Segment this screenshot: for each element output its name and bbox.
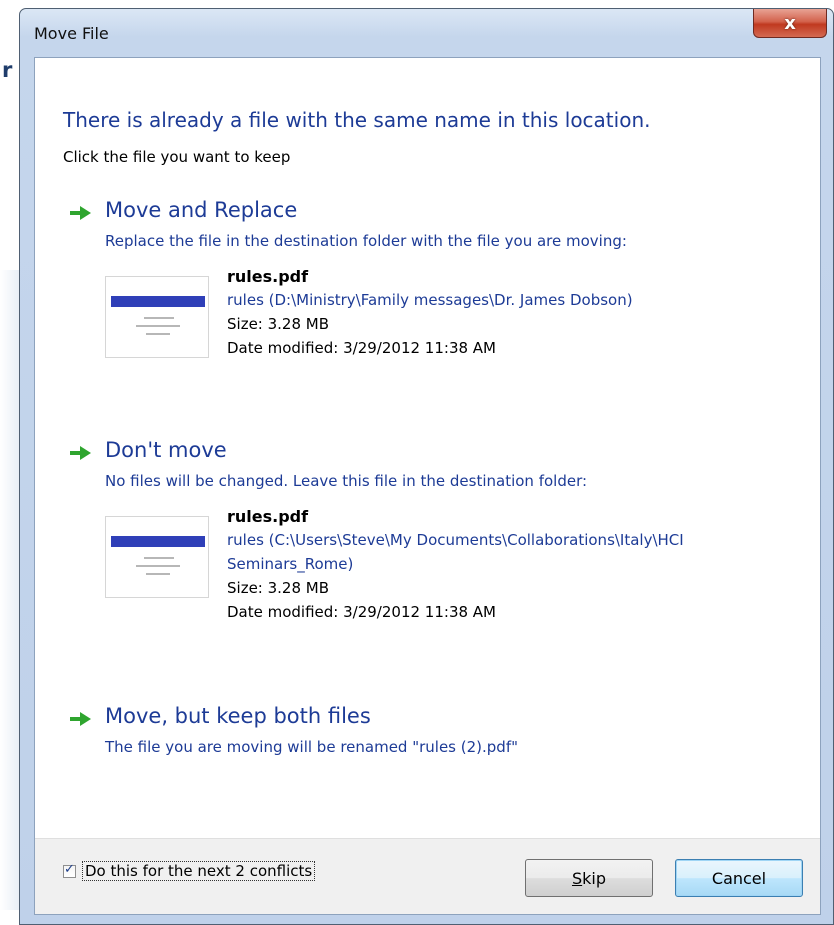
file-details: rules.pdf rules (D:\Ministry\Family mess… — [105, 266, 785, 376]
cancel-button[interactable]: Cancel — [675, 859, 803, 897]
checkbox-label[interactable]: Do this for the next 2 conflicts — [82, 861, 316, 881]
option-dont-move[interactable]: Don't move No files will be changed. Lea… — [69, 438, 789, 638]
file-path: rules (D:\Ministry\Family messages\Dr. J… — [227, 291, 633, 309]
green-arrow-icon — [70, 446, 91, 460]
title-bar[interactable]: Move File x — [20, 9, 833, 57]
option-title: Move, but keep both files — [105, 704, 371, 728]
file-date-modified: Date modified: 3/29/2012 11:38 AM — [227, 603, 496, 621]
green-arrow-icon — [70, 206, 91, 220]
conflict-heading: There is already a file with the same na… — [63, 108, 651, 132]
pdf-thumbnail-icon — [105, 516, 209, 598]
skip-label: kip — [582, 868, 607, 888]
file-path: rules (C:\Users\Steve\My Documents\Colla… — [227, 531, 684, 573]
skip-button[interactable]: Skip — [525, 859, 653, 897]
option-description: Replace the file in the destination fold… — [105, 232, 627, 250]
option-title: Move and Replace — [105, 198, 298, 222]
option-description: No files will be changed. Leave this fil… — [105, 472, 588, 490]
background-text-fragment: r — [2, 58, 13, 82]
file-size: Size: 3.28 MB — [227, 315, 330, 333]
skip-mnemonic: S — [571, 868, 583, 888]
close-button[interactable]: x — [753, 9, 827, 38]
option-keep-both[interactable]: Move, but keep both files The file you a… — [69, 704, 789, 768]
checkmark-icon: ✓ — [64, 861, 75, 877]
green-arrow-icon — [70, 712, 91, 726]
option-move-and-replace[interactable]: Move and Replace Replace the file in the… — [69, 198, 789, 388]
background-panel-edge — [0, 270, 20, 910]
option-description: The file you are moving will be renamed … — [105, 738, 519, 756]
file-details: rules.pdf rules (C:\Users\Steve\My Docum… — [105, 506, 785, 621]
checkbox[interactable]: ✓ — [63, 861, 76, 878]
dialog-footer: ✓ Do this for the next 2 conflicts Skip … — [35, 838, 820, 914]
file-size: Size: 3.28 MB — [227, 579, 330, 597]
dialog-title: Move File — [34, 24, 109, 43]
file-info: rules.pdf rules (D:\Ministry\Family mess… — [227, 266, 787, 360]
file-name: rules.pdf — [227, 507, 309, 526]
file-name: rules.pdf — [227, 267, 309, 286]
pdf-thumbnail-icon — [105, 276, 209, 358]
dialog-client-area: There is already a file with the same na… — [34, 57, 821, 915]
conflict-instruction: Click the file you want to keep — [63, 148, 291, 166]
move-file-dialog: Move File x There is already a file with… — [19, 8, 834, 925]
close-icon: x — [784, 12, 796, 34]
option-title: Don't move — [105, 438, 227, 462]
file-info: rules.pdf rules (C:\Users\Steve\My Docum… — [227, 506, 787, 624]
dialog-content: There is already a file with the same na… — [35, 58, 820, 838]
apply-to-all-checkbox[interactable]: ✓ Do this for the next 2 conflicts — [63, 861, 316, 881]
file-date-modified: Date modified: 3/29/2012 11:38 AM — [227, 339, 496, 357]
